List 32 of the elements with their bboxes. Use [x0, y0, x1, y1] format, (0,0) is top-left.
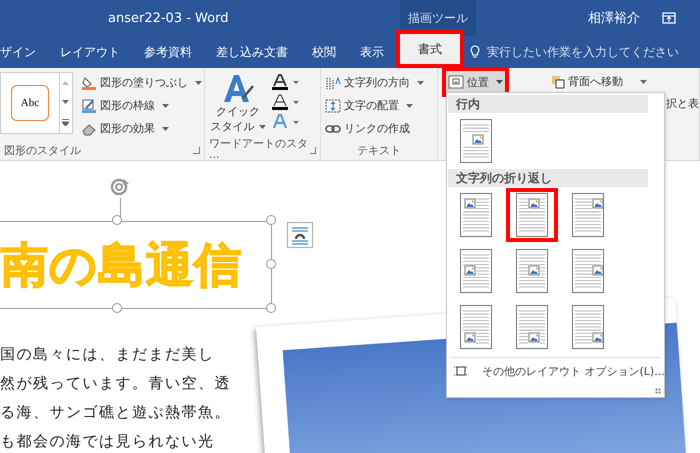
- shape-style-gallery[interactable]: Abc: [0, 72, 60, 134]
- ribbon-command[interactable]: 択と表: [666, 96, 699, 111]
- window-title: anser22-03 - Word: [108, 10, 230, 26]
- ribbon-command[interactable]: 文字の配置: [323, 95, 426, 116]
- text-line: も都会の海では見られない光: [0, 432, 216, 452]
- tell-me-field[interactable]: 実行したい作業を入力してください: [470, 36, 689, 68]
- ribbon-tab[interactable]: レイアウト: [48, 36, 132, 68]
- ribbon-command[interactable]: 文字列の方向: [323, 72, 426, 93]
- text-line: 然が残っています。青い空、透: [0, 374, 231, 394]
- ribbon-command[interactable]: 図形の枠線: [79, 95, 204, 116]
- ribbon-command[interactable]: 図形の塗りつぶし: [79, 72, 204, 93]
- wordart-heading: 南の島通信: [1, 236, 242, 294]
- quick-styles-button[interactable]: クイック スタイル: [205, 72, 271, 134]
- style-preview[interactable]: Abc: [10, 85, 49, 121]
- menu-section-header: 文字列の折り返し: [448, 169, 648, 187]
- send-backward-button[interactable]: 背面へ移動: [549, 71, 649, 92]
- group-label: テキスト: [357, 142, 401, 158]
- menu-section-header: 行内: [448, 95, 648, 113]
- user-name: 相澤裕介: [588, 10, 640, 27]
- ribbon-tab[interactable]: 参考資料: [132, 36, 204, 68]
- ribbon-tab[interactable]: ザイン: [0, 36, 48, 68]
- group-label: 図形のスタイル: [4, 142, 81, 158]
- text-line: る海、サンゴ礁と遊ぶ熱帯魚。: [0, 404, 231, 423]
- ribbon-tab[interactable]: 校閲: [300, 36, 348, 68]
- group-label: ワードアートのスタ···: [209, 136, 309, 164]
- ribbon-tab[interactable]: 書式: [396, 30, 464, 68]
- ribbon-command[interactable]: 図形の効果: [79, 118, 204, 139]
- ribbon-tab[interactable]: 表示: [348, 36, 396, 68]
- ribbon-command[interactable]: リンクの作成: [323, 118, 426, 139]
- more-layout-options-item[interactable]: その他のレイアウト オプション(L)...: [448, 358, 671, 384]
- ribbon-tab[interactable]: 差し込み文書: [204, 36, 300, 68]
- text-line: 国の島々には、まだまだ美し: [0, 345, 216, 365]
